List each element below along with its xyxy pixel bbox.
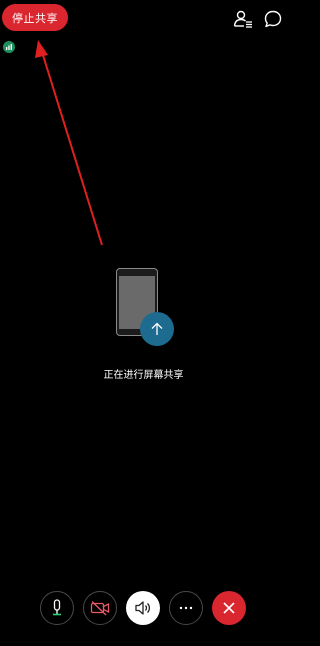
stop-sharing-button[interactable]: 停止共享	[2, 4, 68, 31]
share-upload-icon	[140, 312, 174, 346]
close-icon	[223, 602, 235, 614]
speaker-icon	[135, 601, 151, 615]
participants-icon[interactable]	[233, 9, 253, 29]
mute-button[interactable]	[40, 591, 74, 625]
more-icon	[179, 606, 193, 610]
chat-icon[interactable]	[263, 9, 283, 29]
signal-icon	[3, 41, 15, 53]
video-off-icon	[90, 601, 110, 616]
video-button[interactable]	[83, 591, 117, 625]
audio-button[interactable]	[126, 591, 160, 625]
screen-sharing-status: 正在进行屏幕共享	[103, 370, 184, 381]
microphone-icon	[53, 599, 61, 616]
more-button[interactable]	[169, 591, 203, 625]
stop-sharing-label: 停止共享	[12, 11, 58, 25]
call-controls	[0, 591, 287, 627]
end-call-button[interactable]	[212, 591, 246, 625]
